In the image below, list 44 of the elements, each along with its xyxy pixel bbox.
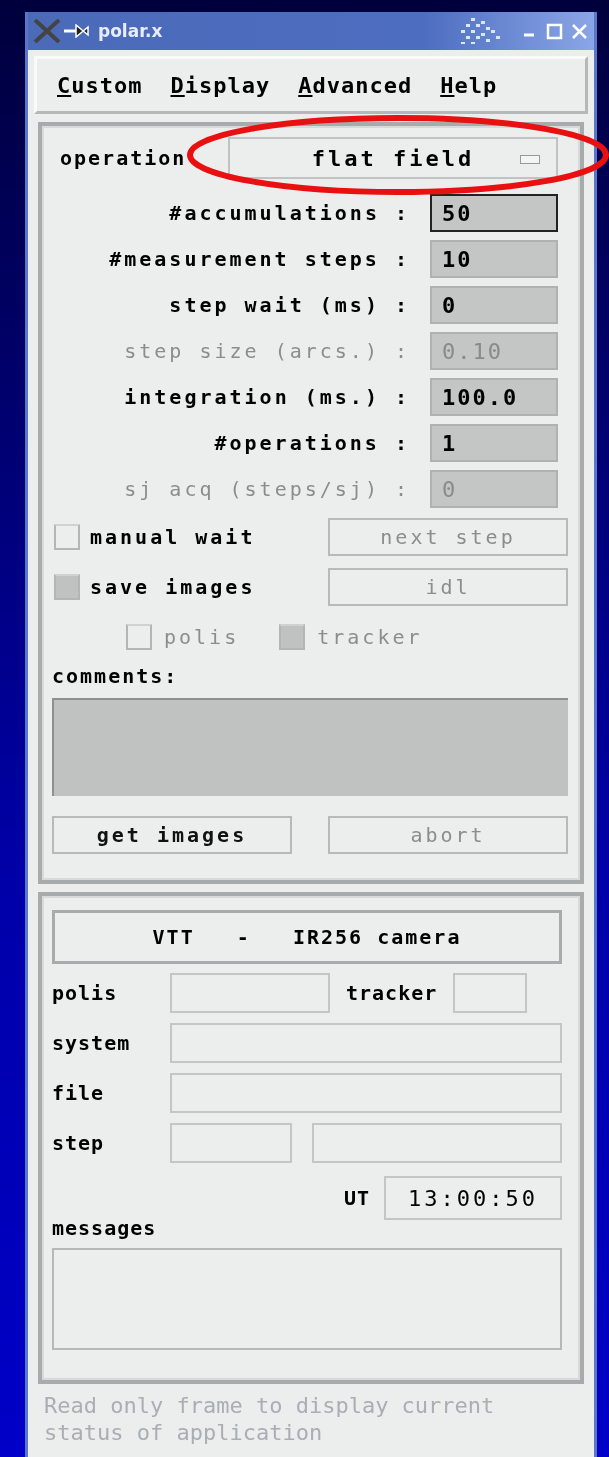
operation-dropdown[interactable]: flat field: [228, 137, 558, 179]
checkbox-label: manual wait: [90, 525, 256, 549]
field-label: sj acq (steps/sj) :: [124, 477, 410, 501]
status-caption: Read only frame to display current status of application: [43, 1392, 496, 1446]
checkbox-label: tracker: [317, 625, 423, 649]
field-label: operation: [60, 146, 188, 170]
menu-item[interactable]: Custom: [57, 72, 143, 98]
field-label: step wait (ms) :: [169, 293, 410, 317]
x-logo-icon: [32, 19, 62, 43]
dropdown-icon: [520, 155, 540, 164]
camera-title: VTT - IR256 camera: [52, 910, 562, 964]
checkbox[interactable]: [54, 524, 80, 550]
comments-label: comments:: [52, 664, 180, 688]
menu-item[interactable]: Display: [170, 72, 271, 98]
comments-field[interactable]: [52, 698, 568, 796]
maximize-icon[interactable]: [546, 22, 563, 40]
field-label: #accumulations :: [169, 201, 410, 225]
menu-item[interactable]: Help: [440, 72, 498, 98]
input-field[interactable]: 10: [430, 240, 558, 278]
field-label: #operations :: [214, 431, 410, 455]
input-field[interactable]: 1: [430, 424, 558, 462]
field-label: step size (arcs.) :: [124, 339, 410, 363]
pin-icon[interactable]: [64, 24, 90, 38]
field-label: tracker: [346, 981, 438, 1005]
field-label: polis: [52, 981, 119, 1005]
checkbox-label: save images: [90, 575, 256, 599]
input-field[interactable]: 0: [430, 286, 558, 324]
input-field[interactable]: 100.0: [430, 378, 558, 416]
field-label: #measurement steps :: [109, 247, 410, 271]
field-label: file: [52, 1081, 106, 1105]
field-label: messages: [52, 1216, 157, 1240]
menu-item[interactable]: Advanced: [298, 72, 413, 98]
field-label: system: [52, 1031, 132, 1055]
field-label: integration (ms.) :: [124, 385, 410, 409]
pixel-pattern-icon: [461, 18, 501, 44]
action-button[interactable]: get images: [52, 816, 292, 854]
window-title: polar.x: [98, 21, 163, 41]
input-field[interactable]: 50: [430, 194, 558, 232]
time-field: 13:00:50: [384, 1176, 562, 1220]
checkbox[interactable]: [54, 574, 80, 600]
checkbox-label: polis: [164, 625, 240, 649]
field-label: UT: [343, 1186, 370, 1210]
close-icon[interactable]: [571, 22, 588, 40]
field-label: step: [52, 1131, 106, 1155]
